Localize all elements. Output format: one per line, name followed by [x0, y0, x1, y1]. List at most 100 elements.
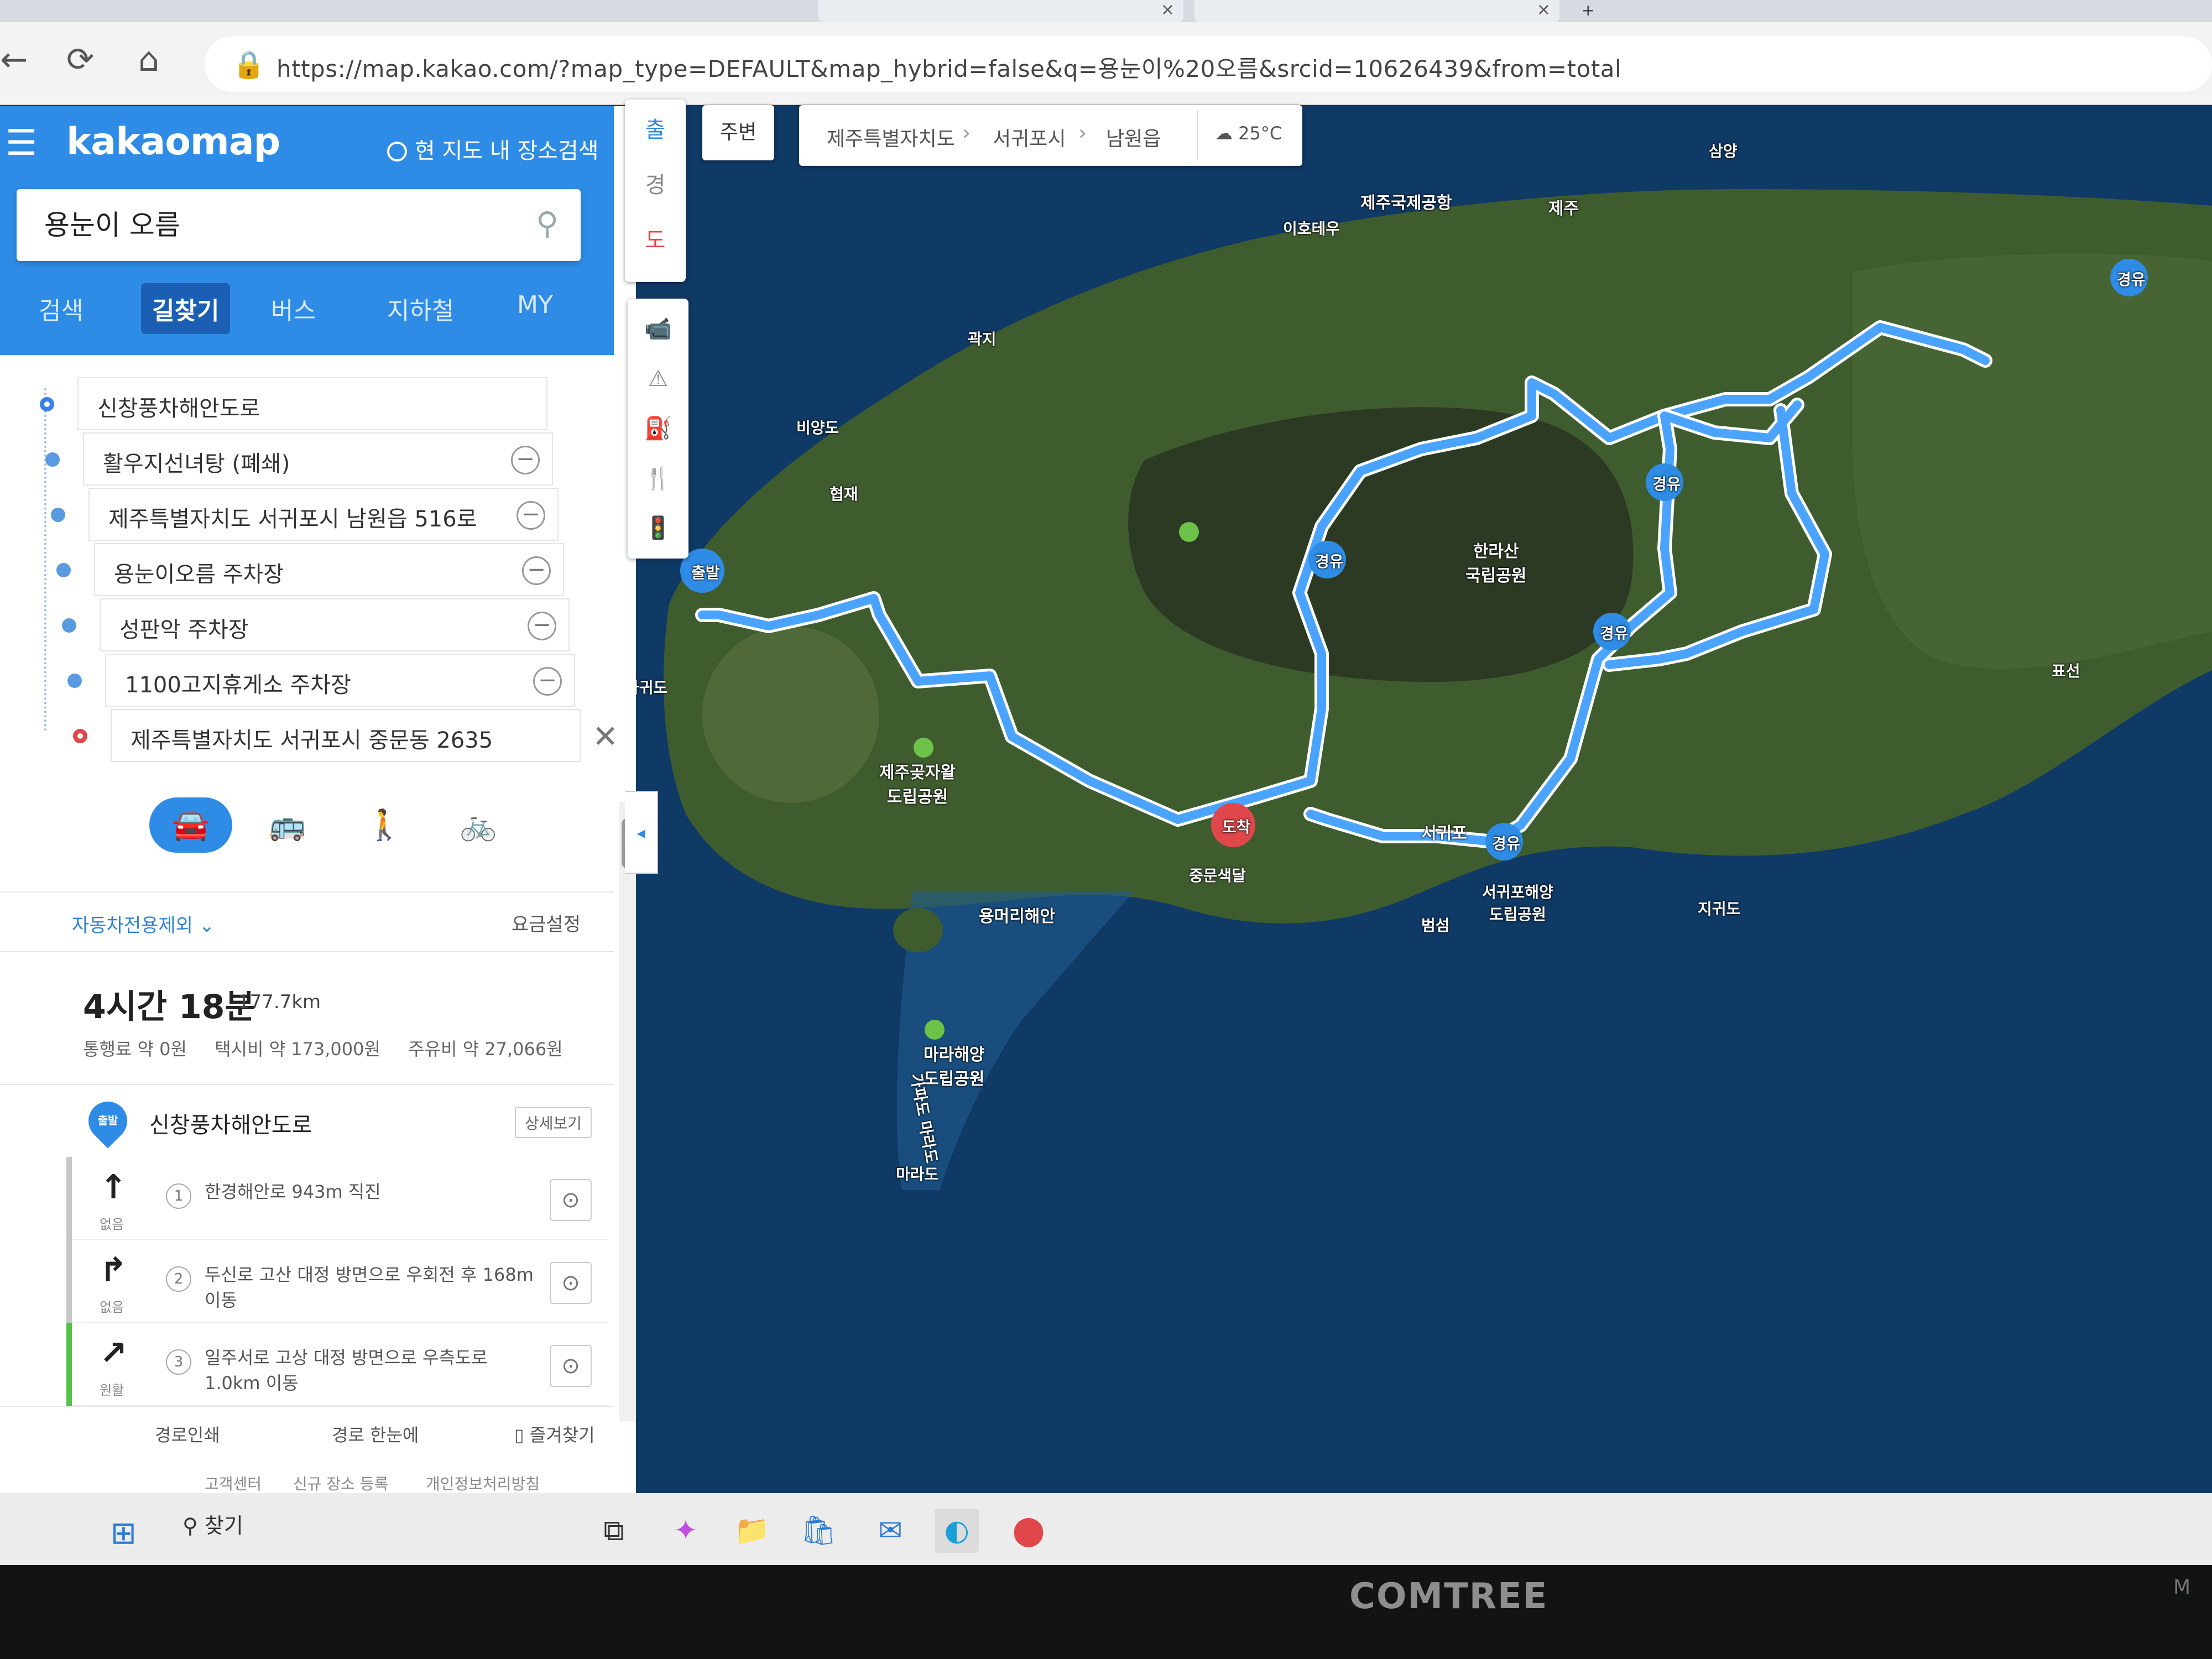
tab-search[interactable]: 검색 — [28, 283, 95, 334]
back-icon[interactable]: ← — [0, 43, 28, 76]
new-tab-button[interactable]: + — [1571, 0, 1615, 22]
browser-tab[interactable]: × — [1194, 0, 1559, 22]
restaurant-icon[interactable]: 🍴 — [639, 459, 677, 498]
step-locate-button[interactable]: ⊙ — [550, 1345, 592, 1387]
windows-start-icon[interactable]: ⊞ — [111, 1515, 137, 1551]
set-via-button[interactable]: 경 — [636, 166, 675, 205]
waypoint-label: 활우지선녀탕 (폐쇄) — [103, 451, 290, 477]
step-locate-button[interactable]: ⊙ — [550, 1262, 592, 1304]
search-box[interactable]: ⚲ — [17, 189, 581, 261]
exclude-expressway-dropdown[interactable]: 자동차전용제외 ⌄ — [72, 910, 215, 937]
mail-icon[interactable]: ✉ — [868, 1509, 912, 1553]
screen: × × + ← ⟳ ⌂ 🔒 https://map.kakao.com/?map… — [0, 0, 2212, 1510]
remove-waypoint-button[interactable]: − — [511, 446, 540, 474]
step-description: 일주서로 고상 대정 방면으로 우측도로 1.0km 이동 — [205, 1347, 488, 1394]
close-tab-icon[interactable]: × — [1161, 0, 1175, 19]
customer-center-link[interactable]: 고객센터 — [205, 1472, 262, 1494]
bike-mode-button[interactable]: 🚲 — [437, 797, 520, 853]
map-label-gotjawal: 제주곶자왈 도립공원 — [879, 763, 956, 807]
tab-my[interactable]: MY — [506, 283, 564, 327]
favorite-link[interactable]: ▯ 즐겨찾기 — [514, 1421, 595, 1447]
warning-icon[interactable]: ⚠ — [639, 359, 677, 398]
waypoint-via[interactable]: 성판악 주차장 − — [62, 598, 570, 651]
search-input[interactable] — [44, 207, 498, 239]
task-view-icon[interactable]: ⧉ — [592, 1509, 636, 1553]
edge-icon[interactable]: ◐ — [935, 1509, 979, 1553]
via-pin-label: 경유 — [1315, 552, 1344, 571]
map-label-samyang: 삼양 — [1709, 142, 1738, 160]
waypoint-end[interactable]: 제주특별자치도 서귀포시 중문동 2635 ✕ — [73, 709, 618, 762]
app-icon[interactable]: ⬤ — [1006, 1509, 1051, 1553]
waypoint-connector — [44, 388, 46, 731]
collapse-panel-button[interactable]: ◂ — [625, 791, 658, 874]
step-number: 1 — [166, 1183, 191, 1209]
url-field[interactable]: 🔒 https://map.kakao.com/?map_type=DEFAUL… — [205, 36, 2212, 92]
home-icon[interactable]: ⌂ — [138, 43, 159, 76]
waypoint-via[interactable]: 1100고지휴게소 주차장 − — [67, 654, 575, 707]
start-name: 신창풍차해안도로 — [149, 1113, 312, 1138]
breadcrumb-town[interactable]: 남원읍 — [1106, 123, 1161, 152]
copilot-icon[interactable]: ✦ — [664, 1509, 708, 1553]
tab-subway[interactable]: 지하철 — [376, 283, 465, 334]
reload-icon[interactable]: ⟳ — [66, 43, 94, 76]
waypoint-start[interactable]: 신창풍차해안도로 — [40, 377, 547, 430]
route-overview-link[interactable]: 경로 한눈에 — [332, 1421, 419, 1447]
local-search-toggle[interactable]: 현 지도 내 장소검색 — [387, 133, 599, 165]
park-marker — [925, 1020, 945, 1040]
gas-station-icon[interactable]: ⛽ — [639, 409, 677, 448]
fuel-cost: 주유비 약 27,066원 — [408, 1039, 563, 1060]
start-pin-label: 출발 — [691, 564, 720, 582]
panel-scrollbar[interactable] — [619, 802, 636, 1421]
set-destination-button[interactable]: 도 — [636, 221, 675, 260]
waypoint-via[interactable]: 제주특별자치도 서귀포시 남원읍 516로 − — [51, 488, 559, 541]
store-icon[interactable]: 🛍 — [796, 1509, 841, 1553]
transit-mode-button[interactable]: 🚌 — [246, 797, 329, 853]
browser-tab[interactable]: × — [818, 0, 1183, 22]
taskbar-search[interactable]: ⚲ 찾기 — [182, 1509, 570, 1553]
map-canvas[interactable] — [636, 106, 2212, 1510]
map-label-jigwido: 지귀도 — [1698, 900, 1741, 918]
route-options: 자동차전용제외 ⌄ 요금설정 — [0, 891, 614, 952]
url-text: https://map.kakao.com/?map_type=DEFAULT&… — [276, 55, 1622, 82]
weather-widget[interactable]: ☁ 25°C — [1197, 111, 1302, 160]
route-step[interactable]: ↑ 없음 1 한경해안로 943m 직진 ⊙ — [66, 1157, 608, 1240]
map-label-biyangdo: 비양도 — [796, 419, 839, 437]
file-explorer-icon[interactable]: 📁 — [730, 1509, 774, 1553]
via-dot-icon — [45, 452, 60, 467]
start-pin-label: 출발 — [97, 1114, 118, 1127]
menu-icon[interactable]: ☰ — [6, 123, 37, 164]
search-icon[interactable]: ⚲ — [536, 206, 559, 242]
remove-waypoint-button[interactable]: − — [533, 667, 562, 696]
remove-waypoint-button[interactable]: − — [517, 501, 545, 530]
cctv-icon[interactable]: 📹 — [639, 310, 677, 348]
nearby-button[interactable]: 주변 — [702, 105, 774, 160]
route-step[interactable]: ↗ 원활 3 일주서로 고상 대정 방면으로 우측도로 1.0km 이동 ⊙ — [66, 1323, 608, 1406]
waypoint-via[interactable]: 용눈이오름 주차장 − — [56, 543, 564, 596]
tab-bus[interactable]: 버스 — [260, 283, 327, 334]
waypoint-via[interactable]: 활우지선녀탕 (폐쇄) − — [45, 432, 553, 486]
car-mode-button[interactable]: 🚘 — [149, 797, 232, 853]
remove-waypoint-button[interactable]: − — [528, 612, 556, 640]
traffic-status: 없음 — [100, 1217, 124, 1232]
park-marker — [1179, 522, 1199, 542]
step-locate-button[interactable]: ⊙ — [550, 1179, 592, 1221]
lock-icon: 🔒 — [232, 49, 265, 80]
set-start-button[interactable]: 출 — [636, 111, 675, 149]
print-route-link[interactable]: 경로인쇄 — [155, 1421, 220, 1447]
search-icon: ⚲ — [182, 1514, 205, 1538]
route-step[interactable]: ↱ 없음 2 두신로 고산 대정 방면으로 우회전 후 168m 이동 ⊙ — [66, 1240, 608, 1323]
fare-settings-link[interactable]: 요금설정 — [512, 909, 581, 936]
breadcrumb-city[interactable]: 서귀포시 — [993, 123, 1066, 152]
chevron-right-icon: › — [1078, 121, 1087, 145]
remove-waypoint-button[interactable]: − — [522, 556, 551, 585]
map-view[interactable]: 제주국제공항 제주 이호테우 삼양 곽지 비양도 협재 차귀도 한라산 국립공원… — [636, 106, 2212, 1510]
traffic-light-icon[interactable]: 🚦 — [639, 509, 677, 547]
close-tab-icon[interactable]: × — [1537, 0, 1551, 19]
walk-mode-button[interactable]: 🚶 — [343, 797, 426, 853]
tab-directions[interactable]: 길찾기 — [141, 283, 231, 334]
clear-destination-icon[interactable]: ✕ — [592, 719, 618, 755]
register-place-link[interactable]: 신규 장소 등록 — [293, 1472, 388, 1494]
breadcrumb-province[interactable]: 제주특별자치도 — [827, 123, 955, 152]
privacy-link[interactable]: 개인정보처리방침 — [426, 1472, 540, 1494]
detail-view-button[interactable]: 상세보기 — [514, 1107, 592, 1138]
